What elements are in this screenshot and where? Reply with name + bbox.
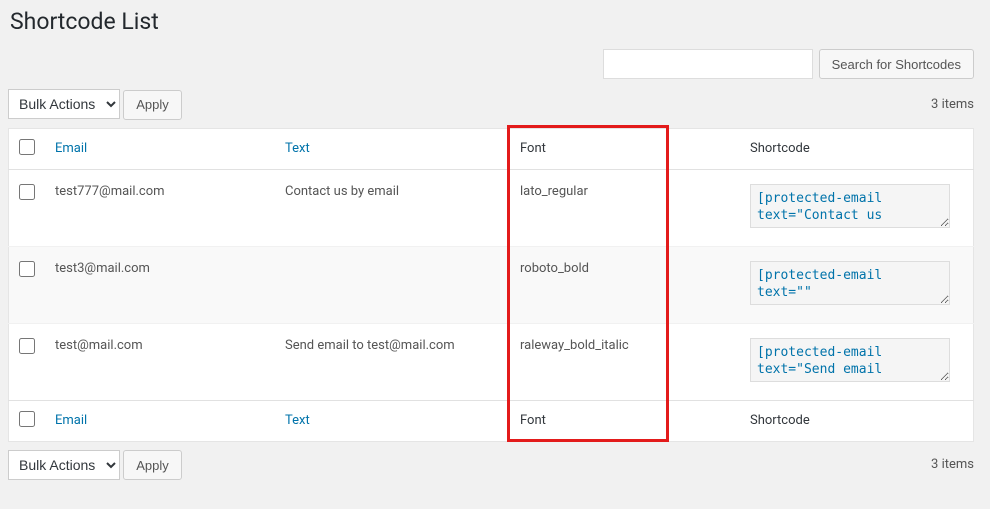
table-row: test777@mail.comContact us by emaillato_… (9, 169, 974, 246)
select-all-checkbox-top[interactable] (19, 139, 35, 155)
shortcode-textarea[interactable] (750, 338, 950, 382)
search-button[interactable]: Search for Shortcodes (819, 49, 974, 79)
apply-button-bottom[interactable]: Apply (123, 450, 182, 480)
cell-font: lato_regular (510, 169, 740, 246)
cell-email: test3@mail.com (45, 246, 275, 323)
cell-email: test@mail.com (45, 323, 275, 400)
search-input[interactable] (603, 49, 813, 79)
col-header-text: Text (275, 128, 510, 169)
col-footer-text: Text (275, 400, 510, 441)
select-all-footer-cell (9, 400, 46, 441)
apply-button-top[interactable]: Apply (123, 90, 182, 120)
shortcode-table: Email Text Font Shortcode test777@mail.c… (8, 128, 974, 442)
col-header-email: Email (45, 128, 275, 169)
cell-shortcode (740, 323, 974, 400)
cell-text (275, 246, 510, 323)
sort-email[interactable]: Email (55, 141, 87, 156)
cell-email: test777@mail.com (45, 169, 275, 246)
cell-font: roboto_bold (510, 246, 740, 323)
search-bar: Search for Shortcodes (8, 49, 974, 79)
items-count-bottom: 3 items (931, 457, 974, 472)
sort-email-bottom[interactable]: Email (55, 413, 87, 428)
sort-text-bottom[interactable]: Text (285, 413, 310, 428)
tablenav-bottom: Bulk Actions Apply 3 items (8, 450, 974, 481)
tablenav-top: Bulk Actions Apply 3 items (8, 89, 974, 120)
table-row: test3@mail.com roboto_bold (9, 246, 974, 323)
page-title: Shortcode List (10, 8, 974, 35)
select-all-checkbox-bottom[interactable] (19, 411, 35, 427)
sort-text[interactable]: Text (285, 141, 310, 156)
bulk-actions-select-bottom[interactable]: Bulk Actions (8, 450, 120, 480)
bulk-actions-select[interactable]: Bulk Actions (8, 89, 120, 119)
select-all-header (9, 128, 46, 169)
table-wrapper: Email Text Font Shortcode test777@mail.c… (8, 128, 974, 442)
cell-text: Send email to test@mail.com (275, 323, 510, 400)
col-footer-email: Email (45, 400, 275, 441)
table-row: test@mail.comSend email to test@mail.com… (9, 323, 974, 400)
shortcode-textarea[interactable] (750, 184, 950, 228)
col-footer-font: Font (510, 400, 740, 441)
row-checkbox[interactable] (19, 261, 35, 277)
col-header-font: Font (510, 128, 740, 169)
cell-shortcode (740, 246, 974, 323)
cell-text: Contact us by email (275, 169, 510, 246)
cell-shortcode (740, 169, 974, 246)
col-header-shortcode: Shortcode (740, 128, 974, 169)
items-count-top: 3 items (931, 97, 974, 112)
row-checkbox[interactable] (19, 338, 35, 354)
shortcode-textarea[interactable] (750, 261, 950, 305)
cell-font: raleway_bold_italic (510, 323, 740, 400)
row-checkbox[interactable] (19, 184, 35, 200)
col-footer-shortcode: Shortcode (740, 400, 974, 441)
